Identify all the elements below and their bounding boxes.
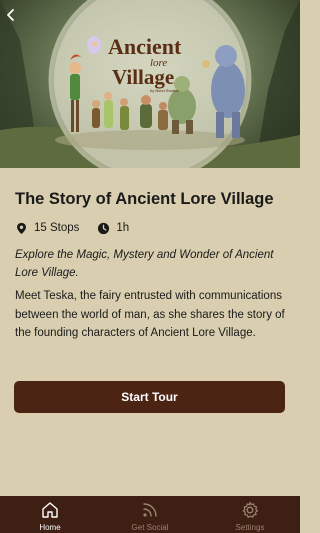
chevron-left-icon: [7, 9, 14, 21]
map-pin-icon: [17, 222, 26, 234]
rss-icon: [143, 503, 157, 517]
tour-description: Meet Teska, the fairy entrusted with com…: [15, 290, 285, 340]
tab-settings[interactable]: Settings: [200, 496, 300, 533]
tab-home[interactable]: Home: [0, 496, 100, 533]
bottom-tab-bar: Home Get Social Settings: [0, 496, 300, 533]
svg-text:Ancient: Ancient: [108, 34, 182, 59]
home-icon: [42, 502, 58, 518]
tab-get-social[interactable]: Get Social: [100, 496, 200, 533]
stops-count: 15 Stops: [34, 222, 80, 234]
hero-image: Ancient lore Village by Bond Studios: [0, 0, 300, 168]
hero-illustration: Ancient lore Village by Bond Studios: [0, 0, 300, 168]
clock-icon: [98, 222, 110, 234]
tab-home-label: Home: [39, 523, 61, 532]
tour-duration: 1h: [116, 222, 130, 234]
back-button[interactable]: [6, 8, 24, 28]
tour-tagline: Explore the Magic, Mystery and Wonder of…: [15, 249, 274, 279]
svg-text:by Bond Studios: by Bond Studios: [150, 88, 179, 93]
fairy-figure: [87, 36, 101, 54]
gear-icon: [242, 501, 259, 518]
tour-meta: 15 Stops 1h: [15, 219, 129, 237]
svg-text:Village: Village: [112, 65, 174, 89]
tab-settings-label: Settings: [235, 523, 265, 532]
tour-title: The Story of Ancient Lore Village: [15, 190, 274, 208]
start-tour-button[interactable]: Start Tour: [14, 381, 285, 413]
tab-get-social-label: Get Social: [131, 523, 169, 532]
